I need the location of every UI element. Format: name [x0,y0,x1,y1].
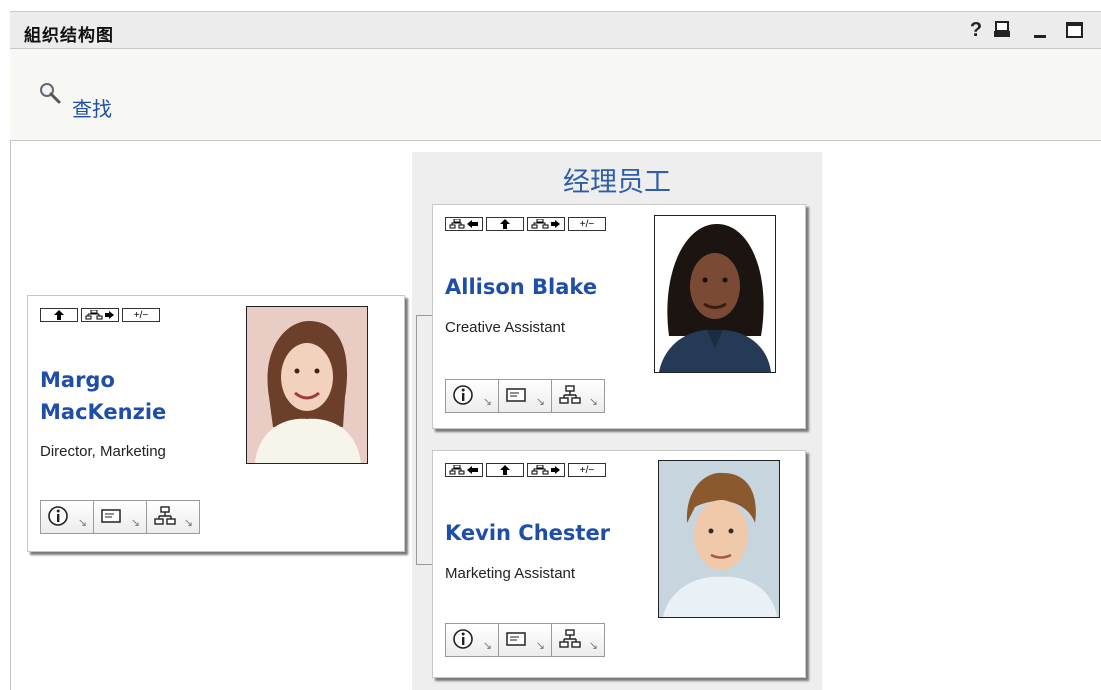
expand-org-icon[interactable] [527,463,565,477]
expand-org-icon[interactable] [527,217,565,231]
up-arrow-icon[interactable] [486,463,524,477]
up-arrow-icon[interactable] [486,217,524,231]
expand-org-icon[interactable] [81,308,119,322]
connector-bottom [416,564,432,565]
org-chart-button[interactable]: ↘ [551,623,605,657]
org-chart-button[interactable]: ↘ [551,379,605,413]
manager-name[interactable]: Margo MacKenzie [40,364,166,428]
back-to-manager-icon[interactable] [445,217,483,231]
email-button[interactable]: ↘ [498,379,552,413]
employee-photo [658,460,780,618]
back-to-manager-icon[interactable] [445,463,483,477]
info-button[interactable]: ↘ [40,500,94,534]
manager-job-title: Director, Marketing [40,443,166,460]
maximize-icon[interactable] [1063,18,1085,42]
info-button[interactable]: ↘ [445,623,499,657]
portlet-title-bar: 組织结构图 ? [10,11,1101,49]
magnifier-icon[interactable] [38,81,64,107]
up-arrow-icon[interactable] [40,308,78,322]
card-actions: ↘ ↘ ↘ [40,500,200,534]
email-button[interactable]: ↘ [498,623,552,657]
employee-job-title: Creative Assistant [445,319,566,336]
card-toolbar: +/− [40,308,160,322]
print-icon[interactable] [991,18,1013,42]
employee-name[interactable]: Allison Blake [445,271,597,303]
minimize-icon[interactable] [1029,18,1051,42]
manager-card: +/− Margo MacKenzie Director, Marketing … [27,295,405,552]
expand-collapse-button[interactable]: +/− [122,308,160,322]
portlet-title: 組织结构图 [24,26,114,46]
info-button[interactable]: ↘ [445,379,499,413]
card-toolbar: +/− [445,217,606,231]
card-actions: ↘ ↘ ↘ [445,379,605,413]
employee-card: +/− Allison Blake Creative Assistant ↘ ↘… [432,204,806,429]
connector-vertical [416,315,417,565]
manager-photo [246,306,368,464]
employee-name[interactable]: Kevin Chester [445,517,610,549]
expand-collapse-button[interactable]: +/− [568,217,606,231]
search-bar: 查找 [10,49,1101,141]
employee-job-title: Marketing Assistant [445,565,576,582]
card-toolbar: +/− [445,463,606,477]
card-actions: ↘ ↘ ↘ [445,623,605,657]
expand-collapse-button[interactable]: +/− [568,463,606,477]
employee-photo [654,215,776,373]
email-button[interactable]: ↘ [93,500,147,534]
help-icon[interactable]: ? [965,18,987,42]
panel-title: 经理员工 [563,167,671,198]
canvas-border [10,141,11,690]
connector-top [416,315,432,316]
find-link[interactable]: 查找 [72,93,112,122]
employee-card: +/− Kevin Chester Marketing Assistant ↘ … [432,450,806,678]
org-chart-button[interactable]: ↘ [146,500,200,534]
